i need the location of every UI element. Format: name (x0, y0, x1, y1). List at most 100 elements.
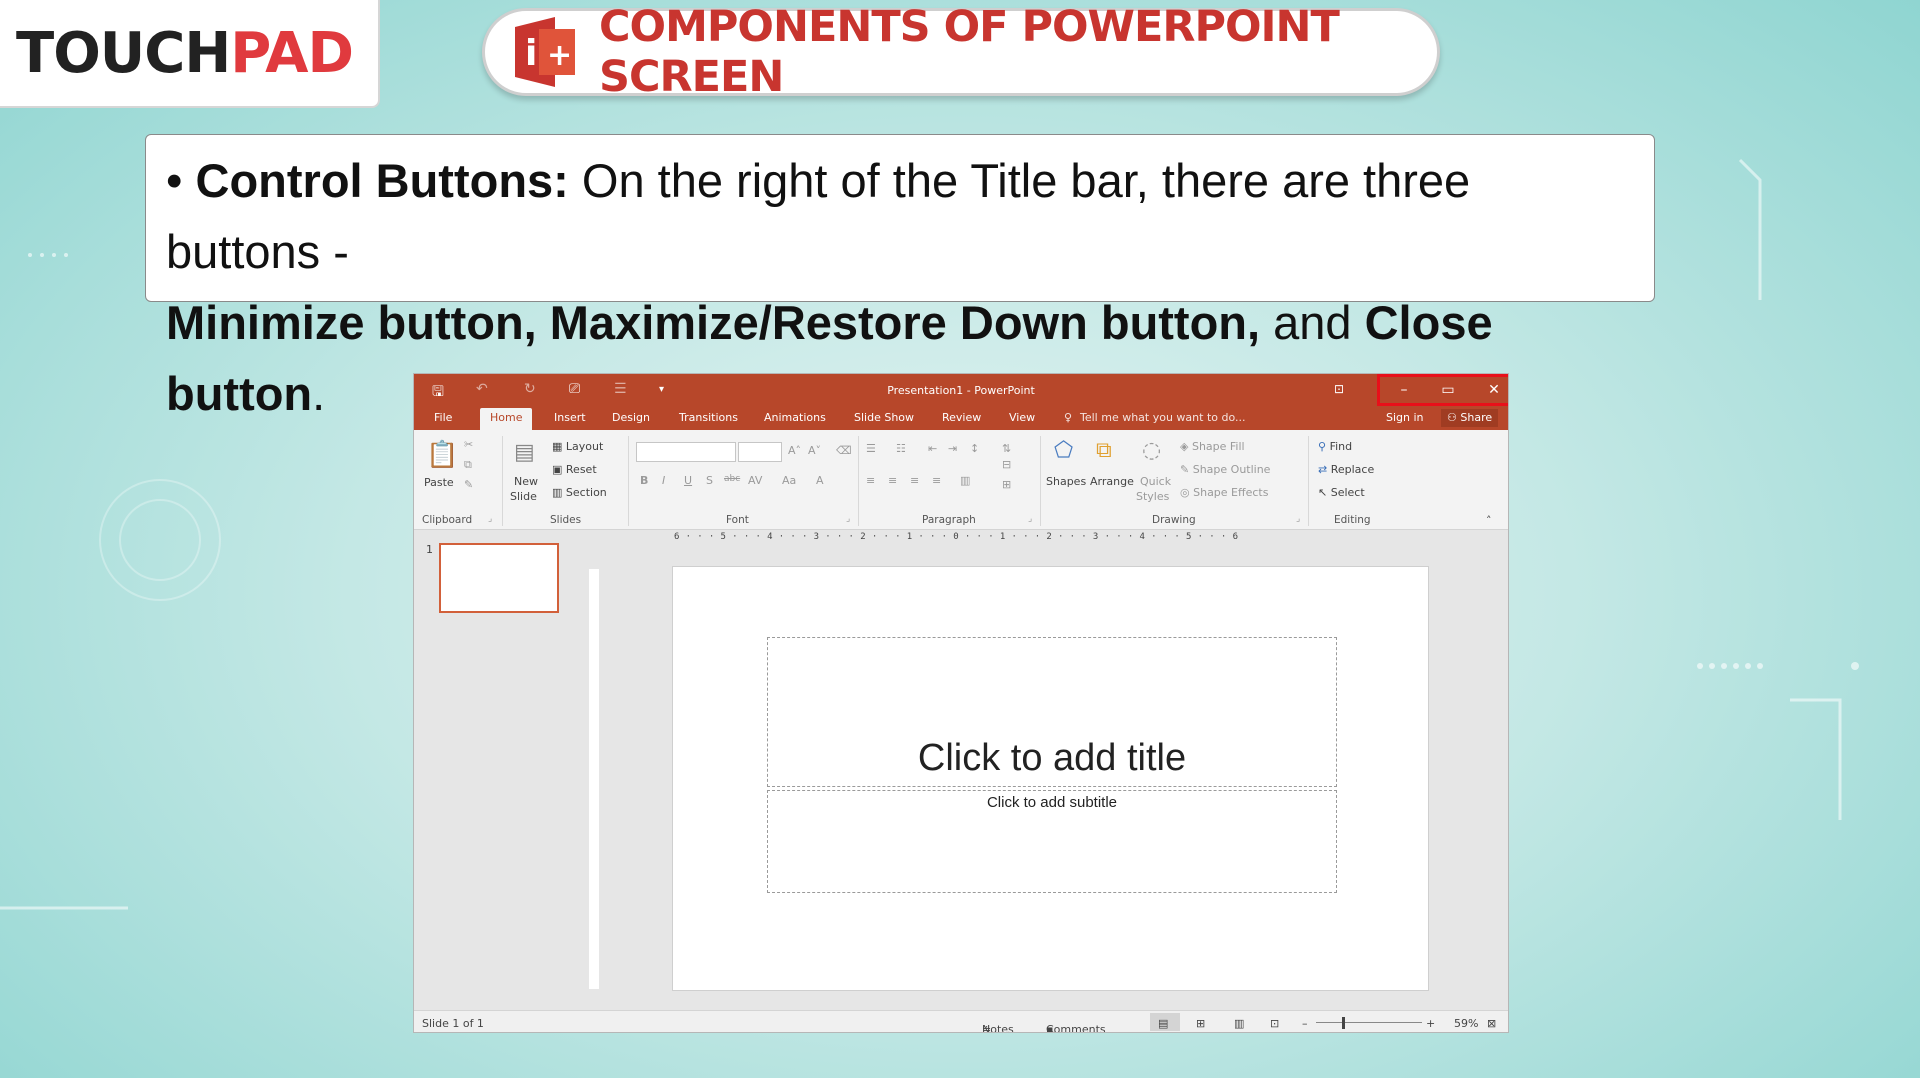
zoom-in-icon[interactable]: + (1426, 1017, 1435, 1030)
cut-icon[interactable]: ✂ (464, 438, 473, 451)
paste-button[interactable]: Paste (424, 476, 454, 489)
slide-sorter-icon[interactable]: ⊞ (1196, 1017, 1205, 1030)
increase-indent-icon[interactable]: ⇥ (948, 442, 957, 455)
new-slide-icon[interactable]: ▤ (514, 440, 535, 465)
columns-icon[interactable]: ▥ (960, 474, 970, 487)
slide-thumbnail[interactable] (439, 543, 559, 613)
ribbon-display-icon[interactable]: ⊡ (1334, 382, 1344, 396)
zoom-slider-track[interactable] (1316, 1022, 1422, 1023)
tab-slide-show[interactable]: Slide Show (854, 411, 914, 424)
replace-button[interactable]: ⇄ Replace (1318, 463, 1374, 476)
justify-icon[interactable]: ≡ (932, 474, 941, 487)
replace-icon: ⇄ (1318, 463, 1328, 476)
reading-view-icon[interactable]: ▥ (1234, 1017, 1244, 1030)
paragraph-launcher-icon[interactable]: ⌟ (1028, 514, 1032, 524)
shrink-font-icon[interactable]: A˅ (808, 444, 821, 457)
find-button[interactable]: ⚲ Find (1318, 440, 1352, 453)
quick-styles-line2[interactable]: Styles (1136, 490, 1169, 503)
arrange-icon[interactable]: ⧉ (1096, 438, 1112, 463)
sign-in-link[interactable]: Sign in (1386, 411, 1424, 424)
format-painter-icon[interactable]: ✎ (464, 478, 473, 491)
description-bold-2: Minimize button, Maximize/Restore Down b… (166, 296, 1261, 349)
shape-outline-icon: ✎ (1180, 463, 1190, 476)
tab-insert[interactable]: Insert (554, 411, 586, 424)
character-spacing-button[interactable]: AV (748, 474, 762, 487)
tab-home[interactable]: Home (480, 408, 533, 430)
line-spacing-icon[interactable]: ↕ (970, 442, 979, 455)
layout-button[interactable]: ▦ Layout (552, 440, 603, 453)
tab-view[interactable]: View (1009, 411, 1035, 424)
text-direction-icon[interactable]: ⇅ (1002, 442, 1011, 455)
shapes-button[interactable]: Shapes (1046, 475, 1086, 488)
italic-button[interactable]: I (662, 474, 665, 487)
shape-fill-label: Shape Fill (1191, 440, 1245, 453)
paragraph-group-label: Paragraph (922, 514, 976, 526)
tab-transitions[interactable]: Transitions (679, 411, 738, 424)
align-center-icon[interactable]: ≡ (888, 474, 897, 487)
clipboard-group-label: Clipboard (422, 514, 473, 526)
shape-outline-button[interactable]: ✎ Shape Outline (1180, 463, 1270, 476)
fit-slide-icon[interactable]: ⊠ (1487, 1017, 1496, 1030)
section-button[interactable]: ▥ Section (552, 486, 607, 499)
share-button[interactable]: ⚇ Share (1441, 409, 1499, 427)
select-button[interactable]: ↖ Select (1318, 486, 1365, 499)
zoom-slider-thumb[interactable] (1342, 1017, 1345, 1029)
change-case-button[interactable]: Aa (782, 474, 796, 487)
editing-group-label: Editing (1334, 514, 1371, 526)
new-slide-button-line1[interactable]: New (514, 475, 538, 488)
clipboard-launcher-icon[interactable]: ⌟ (488, 514, 492, 524)
decrease-indent-icon[interactable]: ⇤ (928, 442, 937, 455)
layout-icon: ▦ (552, 440, 563, 453)
arrange-button[interactable]: Arrange (1090, 475, 1134, 488)
underline-button[interactable]: U (684, 474, 692, 487)
shadow-button[interactable]: S (706, 474, 713, 487)
quick-styles-line1[interactable]: Quick (1140, 475, 1171, 488)
shape-effects-button[interactable]: ◎ Shape Effects (1180, 486, 1268, 499)
group-separator (628, 436, 629, 526)
quick-styles-icon[interactable]: ◌ (1142, 438, 1161, 463)
shapes-icon[interactable]: ⬠ (1054, 438, 1073, 463)
copy-icon[interactable]: ⧉ (464, 458, 472, 472)
slide-count: Slide 1 of 1 (422, 1017, 484, 1030)
group-separator (1040, 436, 1041, 526)
align-right-icon[interactable]: ≡ (910, 474, 919, 487)
collapse-ribbon-icon[interactable]: ˄ (1486, 514, 1492, 527)
reset-button[interactable]: ▣ Reset (552, 463, 597, 476)
align-text-icon[interactable]: ⊟ (1002, 458, 1011, 471)
font-name-field[interactable] (636, 442, 736, 462)
logo-text-touch: TOUCH (16, 20, 231, 86)
tab-animations[interactable]: Animations (764, 411, 826, 424)
slide-canvas[interactable]: Click to add title Click to add subtitle (672, 566, 1429, 991)
title-placeholder[interactable]: Click to add title (767, 637, 1337, 787)
description-text-3: . (312, 367, 326, 420)
new-slide-button-line2[interactable]: Slide (510, 490, 537, 503)
paste-icon[interactable]: 📋 (426, 440, 458, 470)
tell-me-box[interactable]: Tell me what you want to do... (1080, 411, 1246, 424)
bullets-icon[interactable]: ☰ (866, 442, 876, 455)
tab-review[interactable]: Review (942, 411, 981, 424)
bullet: • (166, 154, 183, 207)
group-separator (1308, 436, 1309, 526)
strikethrough-button[interactable]: abc (724, 474, 740, 484)
horizontal-ruler: 6 · · · 5 · · · 4 · · · 3 · · · 2 · · · … (674, 532, 1239, 542)
shape-fill-button[interactable]: ◈ Shape Fill (1180, 440, 1245, 453)
description-line-1: • Control Buttons: On the right of the T… (166, 145, 1634, 287)
smartart-icon[interactable]: ⊞ (1002, 478, 1011, 491)
zoom-out-icon[interactable]: – (1302, 1017, 1308, 1030)
page-header: i + COMPONENTS OF POWERPOINT SCREEN (482, 2, 1440, 102)
tab-file[interactable]: File (434, 411, 452, 424)
align-left-icon[interactable]: ≡ (866, 474, 875, 487)
font-color-button[interactable]: A (816, 474, 824, 487)
subtitle-placeholder[interactable]: Click to add subtitle (767, 790, 1337, 893)
grow-font-icon[interactable]: A˄ (788, 444, 801, 457)
slide-show-icon[interactable]: ⊡ (1270, 1017, 1279, 1030)
font-launcher-icon[interactable]: ⌟ (846, 514, 850, 524)
font-size-field[interactable] (738, 442, 782, 462)
drawing-launcher-icon[interactable]: ⌟ (1296, 514, 1300, 524)
tab-design[interactable]: Design (612, 411, 650, 424)
zoom-level[interactable]: 59% (1454, 1017, 1478, 1030)
clear-format-icon[interactable]: ⌫ (836, 444, 852, 457)
bold-button[interactable]: B (640, 474, 648, 487)
description-box: • Control Buttons: On the right of the T… (145, 134, 1655, 420)
numbering-icon[interactable]: ☷ (896, 442, 906, 455)
